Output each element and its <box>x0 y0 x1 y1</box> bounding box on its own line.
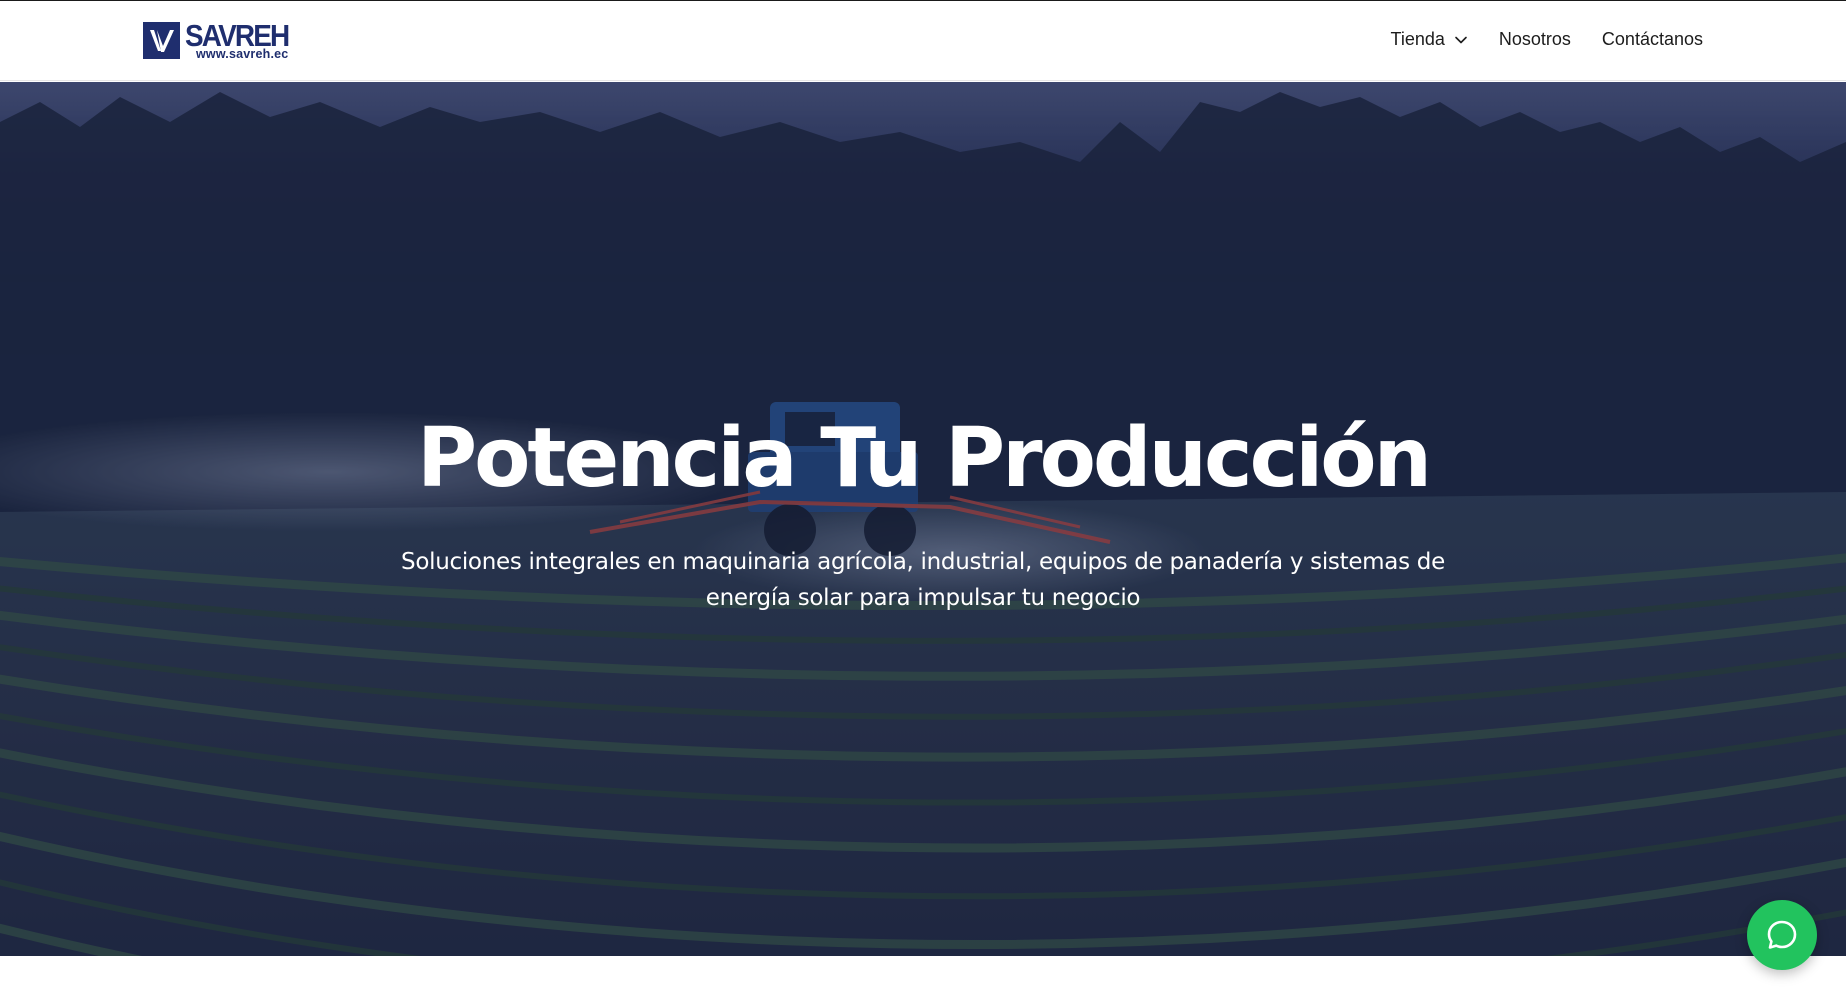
chat-bubble-icon <box>1767 920 1797 949</box>
hero-banner: Potencia Tu Producción Soluciones integr… <box>0 82 1846 956</box>
nav-item-contactanos[interactable]: Contáctanos <box>1602 29 1703 50</box>
nav-item-label: Nosotros <box>1498 29 1571 49</box>
site-header: SAVREH www.savreh.ec Tienda Nosotros Con… <box>0 1 1846 81</box>
chevron-down-icon <box>1455 36 1467 43</box>
chat-button[interactable] <box>1747 900 1817 970</box>
logo-url: www.savreh.ec <box>196 47 289 61</box>
hero-title: Potencia Tu Producción <box>416 411 1432 506</box>
main-nav: Tienda Nosotros Contáctanos <box>1391 29 1703 50</box>
savreh-logo-mark-icon <box>143 22 180 59</box>
nav-item-label: Contáctanos <box>1601 29 1703 49</box>
hero-overlay <box>0 82 1846 956</box>
nav-item-nosotros[interactable]: Nosotros <box>1499 29 1571 50</box>
savreh-logo[interactable]: SAVREH www.savreh.ec <box>143 18 313 64</box>
nav-item-tienda[interactable]: Tienda <box>1391 29 1468 50</box>
hero-subtitle: Soluciones integrales en maquinaria agrí… <box>401 549 1445 611</box>
nav-item-label: Tienda <box>1390 29 1445 49</box>
